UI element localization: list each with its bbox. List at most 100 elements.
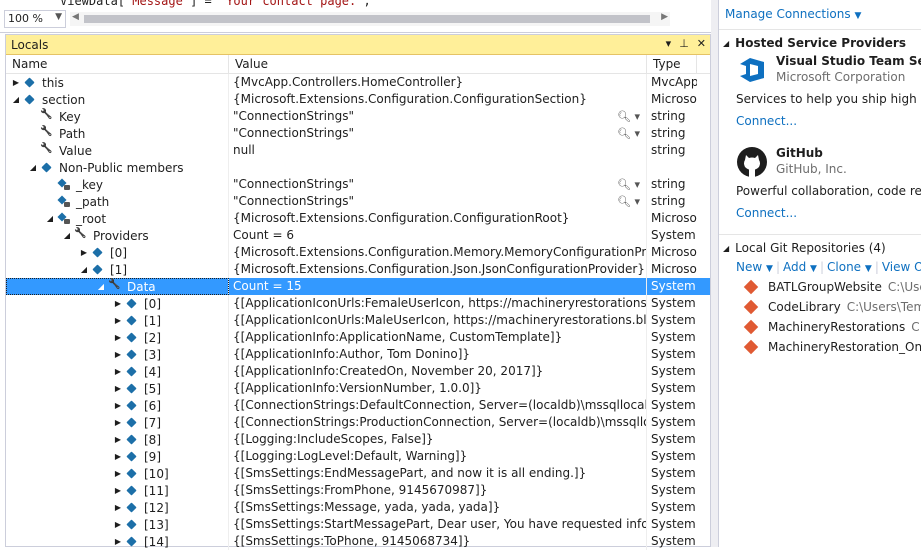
scroll-thumb[interactable]	[84, 15, 650, 23]
locals-row[interactable]: ◢ [1] {Microsoft.Extensions.Configuration.…	[6, 261, 710, 278]
locals-value-cell[interactable]: {Microsoft.Extensions.Configuration.Memo…	[229, 244, 647, 261]
expand-icon[interactable]: ▶	[112, 333, 124, 342]
locals-row[interactable]: ▶_path "ConnectionStrings" 🔍︎ ▾ string	[6, 193, 710, 210]
collapse-icon[interactable]: ◢	[61, 231, 73, 240]
expand-icon[interactable]: ▶	[112, 452, 124, 461]
locals-name-cell[interactable]: ◢ section	[6, 91, 229, 108]
collapse-icon[interactable]: ◢	[27, 163, 39, 172]
expand-icon[interactable]: ▶	[112, 384, 124, 393]
locals-name-cell[interactable]: ▶ [6]	[6, 397, 229, 414]
view-options-button[interactable]: View Op	[882, 260, 921, 274]
locals-row[interactable]: ▶ [14] {[SmsSettings:ToPhone, 9145068734]}…	[6, 533, 710, 550]
locals-row[interactable]: ▶ [6] {[ConnectionStrings:DefaultConnectio…	[6, 397, 710, 414]
expand-icon[interactable]: ▶	[112, 469, 124, 478]
repo-item[interactable]: MachineryRestorations C:\U	[719, 317, 921, 337]
repo-item[interactable]: MachineryRestoration_OneU	[719, 337, 921, 357]
locals-value-cell[interactable]: null	[229, 142, 647, 159]
locals-row[interactable]: ▶ [4] {[ApplicationInfo:CreatedOn, Novembe…	[6, 363, 710, 380]
repo-item[interactable]: BATLGroupWebsite C:\User	[719, 277, 921, 297]
locals-row[interactable]: ▶ [9] {[Logging:LogLevel:Default, Warning]…	[6, 448, 710, 465]
expand-icon[interactable]: ▶	[112, 401, 124, 410]
locals-row[interactable]: ▶ [3] {[ApplicationInfo:Author, Tom Donino…	[6, 346, 710, 363]
expand-icon[interactable]: ▶	[112, 418, 124, 427]
locals-row[interactable]: ▶ [8] {[Logging:IncludeScopes, False]} Syst…	[6, 431, 710, 448]
locals-row[interactable]: ▶Value null string	[6, 142, 710, 159]
window-menu-icon[interactable]: ▾	[666, 37, 672, 50]
locals-row[interactable]: ▶Path "ConnectionStrings" 🔍︎ ▾ string	[6, 125, 710, 142]
collapse-icon[interactable]: ◢	[723, 244, 729, 253]
locals-row[interactable]: ◢ Non-Public members	[6, 159, 710, 176]
expand-icon[interactable]: ▶	[112, 316, 124, 325]
locals-value-cell[interactable]	[229, 159, 647, 176]
collapse-icon[interactable]: ◢	[723, 39, 729, 48]
locals-row[interactable]: ◢ Data Count = 15 System.C	[6, 278, 710, 295]
locals-row[interactable]: ▶_key "ConnectionStrings" 🔍︎ ▾ string	[6, 176, 710, 193]
locals-value-cell[interactable]: {[SmsSettings:StartMessagePart, Dear use…	[229, 516, 647, 533]
locals-name-cell[interactable]: ▶Key	[6, 108, 229, 125]
locals-name-cell[interactable]: ▶ [9]	[6, 448, 229, 465]
manage-connections-link[interactable]: Manage Connections ▼	[725, 7, 861, 21]
locals-value-cell[interactable]: {[ApplicationInfo:ApplicationName, Custo…	[229, 329, 647, 346]
hosted-providers-header[interactable]: ◢ Hosted Service Providers	[719, 30, 921, 52]
locals-name-cell[interactable]: ▶ [0]	[6, 295, 229, 312]
locals-row[interactable]: ▶ [2] {[ApplicationInfo:ApplicationName, C…	[6, 329, 710, 346]
locals-name-cell[interactable]: ◢ Data	[6, 278, 229, 295]
pin-icon[interactable]: ⊥	[679, 37, 689, 50]
locals-name-cell[interactable]: ◢ Providers	[6, 227, 229, 244]
locals-value-cell[interactable]: "ConnectionStrings" 🔍︎ ▾	[229, 176, 647, 193]
connect-link[interactable]: Connect...	[736, 114, 797, 128]
locals-value-cell[interactable]: "ConnectionStrings" 🔍︎ ▾	[229, 125, 647, 142]
locals-row[interactable]: ▶ [0] {[ApplicationIconUrls:FemaleUserIcon…	[6, 295, 710, 312]
locals-value-cell[interactable]: {[ApplicationInfo:VersionNumber, 1.0.0]}	[229, 380, 647, 397]
expand-icon[interactable]: ▶	[112, 537, 124, 546]
locals-row[interactable]: ▶Key "ConnectionStrings" 🔍︎ ▾ string	[6, 108, 710, 125]
expand-icon[interactable]: ▶	[112, 486, 124, 495]
locals-name-cell[interactable]: ▶ this	[6, 74, 229, 91]
collapse-icon[interactable]: ◢	[78, 265, 90, 274]
locals-value-cell[interactable]: {[ApplicationIconUrls:FemaleUserIcon, ht…	[229, 295, 647, 312]
locals-row[interactable]: ▶ [13] {[SmsSettings:StartMessagePart, Dea…	[6, 516, 710, 533]
repo-item[interactable]: CodeLibrary C:\Users\Temp	[719, 297, 921, 317]
locals-row[interactable]: ▶ [5] {[ApplicationInfo:VersionNumber, 1.0…	[6, 380, 710, 397]
horizontal-scrollbar[interactable]: ◀ ▶	[70, 12, 670, 26]
locals-value-cell[interactable]: "ConnectionStrings" 🔍︎ ▾	[229, 193, 647, 210]
expand-icon[interactable]: ▶	[112, 435, 124, 444]
locals-row[interactable]: ◢ _root {Microsoft.Extensions.Configuratio…	[6, 210, 710, 227]
connect-link[interactable]: Connect...	[736, 206, 797, 220]
locals-name-cell[interactable]: ▶Path	[6, 125, 229, 142]
add-repo-button[interactable]: Add ▼	[783, 260, 817, 274]
expand-icon[interactable]: ▶	[78, 248, 90, 257]
locals-name-cell[interactable]: ▶ [11]	[6, 482, 229, 499]
locals-name-cell[interactable]: ▶ [8]	[6, 431, 229, 448]
scroll-right-icon[interactable]: ▶	[661, 12, 668, 22]
locals-value-cell[interactable]: Count = 6	[229, 227, 647, 244]
locals-value-cell[interactable]: Count = 15	[229, 278, 647, 295]
close-icon[interactable]: ✕	[697, 37, 706, 50]
locals-value-cell[interactable]: {Microsoft.Extensions.Configuration.Conf…	[229, 91, 647, 108]
visualizer-magnifier-icon[interactable]: 🔍︎ ▾	[617, 125, 640, 142]
expand-icon[interactable]: ▶	[112, 299, 124, 308]
locals-row[interactable]: ▶ [1] {[ApplicationIconUrls:MaleUserIcon, …	[6, 312, 710, 329]
locals-value-cell[interactable]: {[ConnectionStrings:ProductionConnection…	[229, 414, 647, 431]
collapse-icon[interactable]: ◢	[10, 95, 22, 104]
locals-name-cell[interactable]: ▶_path	[6, 193, 229, 210]
locals-name-cell[interactable]: ◢ _root	[6, 210, 229, 227]
locals-value-cell[interactable]: {Microsoft.Extensions.Configuration.Json…	[229, 261, 647, 278]
collapse-icon[interactable]: ◢	[44, 214, 56, 223]
visualizer-magnifier-icon[interactable]: 🔍︎ ▾	[617, 193, 640, 210]
locals-name-cell[interactable]: ▶ [2]	[6, 329, 229, 346]
locals-row[interactable]: ▶ [12] {[SmsSettings:Message, yada, yada, …	[6, 499, 710, 516]
locals-value-cell[interactable]: {MvcApp.Controllers.HomeController}	[229, 74, 647, 91]
locals-name-cell[interactable]: ▶ [4]	[6, 363, 229, 380]
locals-value-cell[interactable]: {[SmsSettings:EndMessagePart, and now it…	[229, 465, 647, 482]
locals-name-cell[interactable]: ▶ [0]	[6, 244, 229, 261]
locals-value-cell[interactable]: "ConnectionStrings" 🔍︎ ▾	[229, 108, 647, 125]
locals-value-cell[interactable]: {[SmsSettings:Message, yada, yada, yada]…	[229, 499, 647, 516]
code-line[interactable]: ViewData["Message"] = "Your contact page…	[60, 0, 371, 8]
locals-name-cell[interactable]: ▶Value	[6, 142, 229, 159]
locals-row[interactable]: ▶ [11] {[SmsSettings:FromPhone, 9145670987…	[6, 482, 710, 499]
collapse-icon[interactable]: ◢	[95, 282, 107, 291]
locals-name-cell[interactable]: ▶ [13]	[6, 516, 229, 533]
clone-repo-button[interactable]: Clone ▼	[827, 260, 872, 274]
scroll-left-icon[interactable]: ◀	[72, 12, 79, 22]
